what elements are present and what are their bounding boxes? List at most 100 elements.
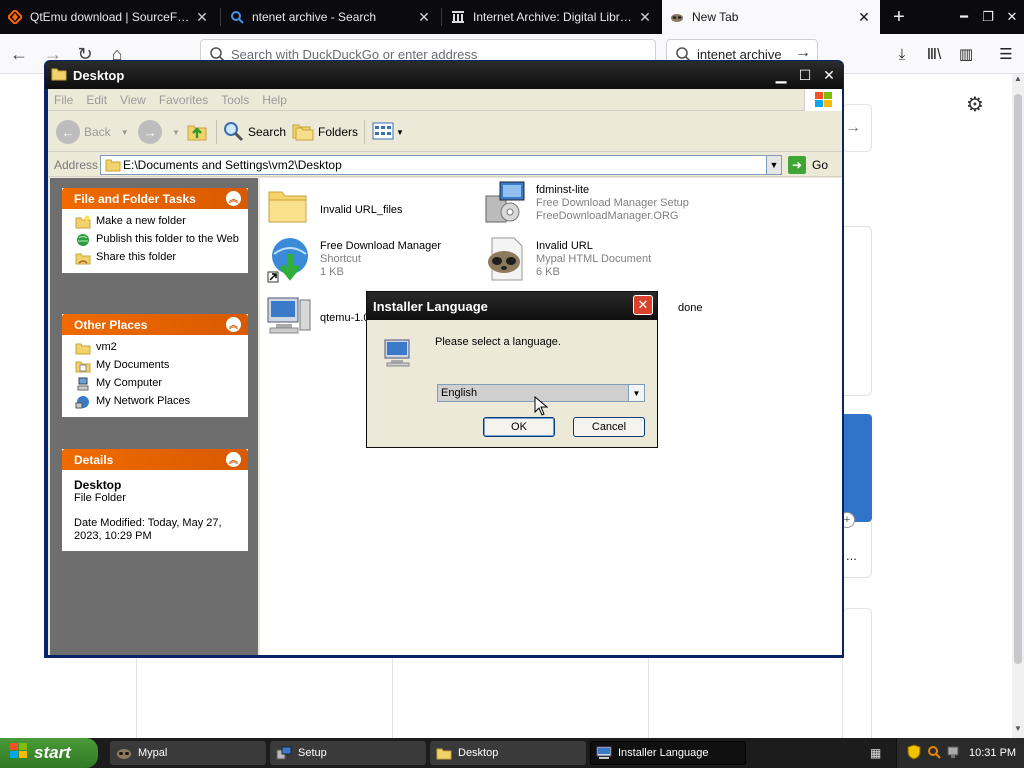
- gear-icon[interactable]: ⚙: [966, 92, 984, 117]
- my-documents-icon: [74, 359, 92, 373]
- minimize-icon[interactable]: ━: [952, 0, 976, 34]
- clock[interactable]: 10:31 PM: [969, 747, 1016, 759]
- close-icon[interactable]: ✕: [416, 9, 432, 26]
- search-tray-icon[interactable]: [927, 745, 941, 762]
- taskbar-item-installer-language[interactable]: Installer Language: [590, 741, 746, 765]
- security-shield-icon[interactable]: [907, 743, 921, 763]
- menu-icon[interactable]: ☰: [994, 42, 1018, 66]
- taskbar-item-label: Mypal: [138, 747, 168, 759]
- file-item[interactable]: Free Download Manager Shortcut 1 KB: [266, 236, 441, 284]
- menu-favorites[interactable]: Favorites: [159, 93, 208, 107]
- collapse-icon[interactable]: ︽: [226, 452, 241, 467]
- explorer-title-bar[interactable]: Desktop: [45, 61, 843, 89]
- back-arrow-icon: ←: [56, 120, 80, 144]
- file-publisher: FreeDownloadManager.ORG: [536, 210, 679, 222]
- panel-header[interactable]: Other Places ︽: [62, 314, 248, 335]
- address-input[interactable]: E:\Documents and Settings\vm2\Desktop: [100, 155, 782, 175]
- search-button[interactable]: Search: [222, 118, 286, 146]
- page-scrollbar[interactable]: ▲ ▼: [1012, 74, 1024, 738]
- file-folder-tasks-panel: File and Folder Tasks ︽ Make a new folde…: [62, 188, 248, 273]
- menu-edit[interactable]: Edit: [86, 93, 107, 107]
- tab-separator: [441, 8, 442, 26]
- other-places-panel: Other Places ︽ vm2 My Documents My Compu…: [62, 314, 248, 417]
- place-my-documents[interactable]: My Documents: [74, 359, 240, 373]
- background-card: [842, 226, 872, 396]
- file-item[interactable]: Invalid URL_files: [266, 186, 403, 234]
- collapse-icon[interactable]: ︽: [226, 317, 241, 332]
- taskbar-item-mypal[interactable]: Mypal: [110, 741, 266, 765]
- file-item[interactable]: done: [678, 296, 702, 315]
- task-make-new-folder[interactable]: Make a new folder: [74, 215, 240, 229]
- folder-icon: [266, 186, 314, 234]
- scroll-up-icon[interactable]: ▲: [1012, 74, 1024, 88]
- mypal-document-icon: [482, 236, 530, 284]
- panel-header[interactable]: Details ︽: [62, 449, 248, 470]
- dialog-title-bar[interactable]: Installer Language: [367, 292, 657, 320]
- menu-tools[interactable]: Tools: [221, 93, 249, 107]
- chevron-down-icon[interactable]: ▼: [628, 385, 644, 401]
- address-dropdown-icon[interactable]: ▼: [766, 155, 782, 175]
- up-folder-icon: [186, 120, 208, 145]
- network-tray-icon[interactable]: [947, 745, 959, 762]
- place-my-computer[interactable]: My Computer: [74, 377, 240, 391]
- close-icon[interactable]: ✕: [633, 295, 653, 315]
- menu-view[interactable]: View: [120, 93, 146, 107]
- cancel-button[interactable]: Cancel: [573, 417, 645, 437]
- sidebar-icon[interactable]: ▥: [954, 42, 978, 66]
- folders-button[interactable]: Folders: [292, 118, 358, 146]
- close-icon[interactable]: ✕: [194, 9, 210, 26]
- task-publish-to-web[interactable]: Publish this folder to the Web: [74, 233, 240, 247]
- tab-separator: [220, 8, 221, 26]
- panel-header[interactable]: File and Folder Tasks ︽: [62, 188, 248, 209]
- library-icon[interactable]: Ⅲ\: [922, 42, 946, 66]
- tab-search[interactable]: ntenet archive - Search ✕: [222, 0, 440, 34]
- tab-internet-archive[interactable]: Internet Archive: Digital Library of Fre…: [443, 0, 661, 34]
- tab-new-tab[interactable]: New Tab ✕: [662, 0, 880, 34]
- menu-file[interactable]: File: [54, 93, 73, 107]
- collapse-icon[interactable]: ︽: [226, 191, 241, 206]
- start-button[interactable]: start: [0, 738, 98, 768]
- scroll-down-icon[interactable]: ▼: [1012, 724, 1024, 738]
- taskbar-item-desktop[interactable]: Desktop: [430, 741, 586, 765]
- close-icon[interactable]: ✕: [637, 9, 653, 26]
- download-icon[interactable]: ⤓: [890, 42, 914, 66]
- taskbar-item-label: Desktop: [458, 747, 499, 759]
- explorer-menu-bar: File Edit View Favorites Tools Help: [48, 89, 842, 111]
- back-button[interactable]: ← Back ▼: [56, 118, 129, 146]
- taskbar: start Mypal Setup Desktop Installer Lang…: [0, 738, 1024, 768]
- restore-icon[interactable]: ❐: [976, 0, 1000, 34]
- ok-button[interactable]: OK: [483, 417, 555, 437]
- maximize-icon[interactable]: ☐: [795, 66, 815, 84]
- scroll-thumb[interactable]: [1014, 94, 1022, 664]
- chevron-down-icon: ▼: [396, 127, 404, 137]
- back-arrow-icon[interactable]: ←: [6, 41, 32, 67]
- go-button[interactable]: ➜ Go: [788, 155, 836, 175]
- forward-button[interactable]: → ▼: [138, 118, 180, 146]
- dialog-title: Installer Language: [373, 298, 488, 314]
- task-label: Publish this folder to the Web: [96, 233, 239, 245]
- taskbar-item-setup[interactable]: Setup: [270, 741, 426, 765]
- views-button[interactable]: ▼: [372, 118, 404, 146]
- close-icon[interactable]: ✕: [856, 9, 872, 26]
- task-share-folder[interactable]: Share this folder: [74, 251, 240, 265]
- up-folder-button[interactable]: [186, 118, 208, 146]
- background-card: [842, 608, 872, 748]
- tab-sourceforge[interactable]: QtEmu download | SourceForge.net ✕: [0, 0, 218, 34]
- file-type: Shortcut: [320, 253, 361, 265]
- close-window-icon[interactable]: ✕: [1000, 0, 1024, 34]
- close-icon[interactable]: ✕: [819, 66, 839, 84]
- place-my-network-places[interactable]: My Network Places: [74, 395, 240, 409]
- file-name: Invalid URL_files: [320, 204, 403, 216]
- start-label: start: [34, 743, 71, 762]
- explorer-title: Desktop: [73, 67, 125, 83]
- minimize-icon[interactable]: ▁: [771, 66, 791, 84]
- place-vm2[interactable]: vm2: [74, 341, 240, 355]
- file-item[interactable]: fdminst-lite Free Download Manager Setup…: [482, 180, 689, 228]
- keyboard-icon[interactable]: ▦: [870, 746, 881, 760]
- menu-help[interactable]: Help: [262, 93, 287, 107]
- panel-title: Details: [74, 452, 114, 467]
- task-label: Make a new folder: [96, 215, 186, 227]
- new-tab-button[interactable]: +: [886, 0, 912, 34]
- file-item[interactable]: qtemu-1.0: [266, 294, 370, 342]
- file-item[interactable]: Invalid URL Mypal HTML Document 6 KB: [482, 236, 651, 284]
